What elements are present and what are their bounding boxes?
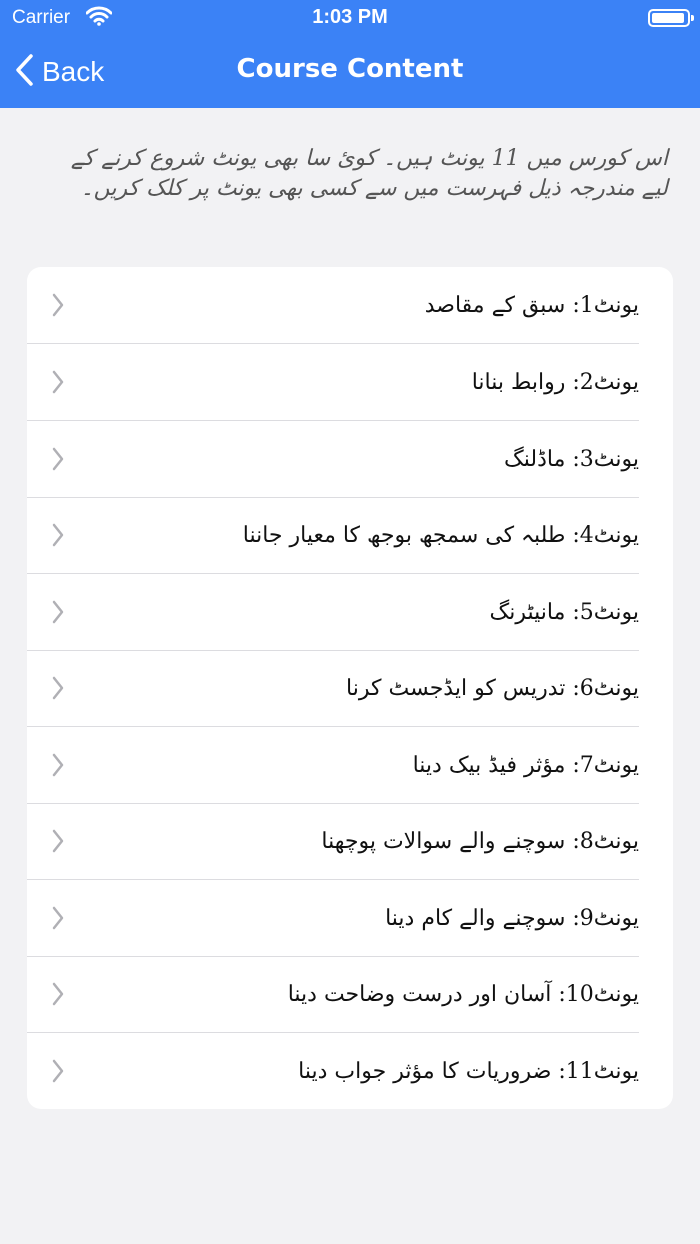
- chevron-right-icon: [51, 828, 65, 858]
- unit-label: یونٹ10: آسان اور درست وضاحت دینا: [287, 982, 639, 1007]
- chevron-right-icon: [51, 905, 65, 935]
- chevron-right-icon: [51, 675, 65, 705]
- clock: 1:03 PM: [312, 6, 388, 28]
- unit-label: یونٹ6: تدریس کو ایڈجسٹ کرنا: [346, 676, 639, 701]
- unit-row-10[interactable]: یونٹ10: آسان اور درست وضاحت دینا: [27, 956, 673, 1033]
- unit-row-8[interactable]: یونٹ8: سوچنے والے سوالات پوچھنا: [27, 803, 673, 880]
- battery-icon: [648, 9, 694, 27]
- unit-row-3[interactable]: یونٹ3: ماڈلنگ: [27, 421, 673, 498]
- unit-label: یونٹ5: مانیٹرنگ: [489, 600, 639, 625]
- unit-row-7[interactable]: یونٹ7: مؤثر فیڈ بیک دینا: [27, 727, 673, 804]
- unit-row-2[interactable]: یونٹ2: روابط بنانا: [27, 344, 673, 421]
- navigation-bar: Back Course Content: [0, 36, 700, 108]
- unit-row-5[interactable]: یونٹ5: مانیٹرنگ: [27, 574, 673, 651]
- unit-label: یونٹ11: ضروریات کا مؤثر جواب دینا: [298, 1059, 639, 1084]
- unit-row-11[interactable]: یونٹ11: ضروریات کا مؤثر جواب دینا: [27, 1033, 673, 1109]
- page-title: Course Content: [236, 54, 464, 84]
- chevron-right-icon: [51, 752, 65, 782]
- unit-label: یونٹ8: سوچنے والے سوالات پوچھنا: [321, 829, 639, 854]
- top-bar: Carrier 1:03 PM Back Course Content: [0, 0, 700, 108]
- status-bar: Carrier 1:03 PM: [0, 0, 700, 36]
- chevron-right-icon: [51, 446, 65, 476]
- chevron-right-icon: [51, 1058, 65, 1088]
- unit-label: یونٹ4: طلبہ کی سمجھ بوجھ کا معیار جاننا: [242, 523, 639, 548]
- unit-label: یونٹ2: روابط بنانا: [471, 370, 639, 395]
- unit-list: یونٹ1: سبق کے مقاصد یونٹ2: روابط بنانا ی…: [27, 267, 673, 1109]
- unit-row-4[interactable]: یونٹ4: طلبہ کی سمجھ بوجھ کا معیار جاننا: [27, 497, 673, 574]
- unit-row-9[interactable]: یونٹ9: سوچنے والے کام دینا: [27, 880, 673, 957]
- unit-label: یونٹ7: مؤثر فیڈ بیک دینا: [412, 753, 639, 778]
- unit-label: یونٹ1: سبق کے مقاصد: [424, 293, 639, 318]
- intro-text: اس کورس میں 11 یونٹ ہیں۔ کوئ سا بھی یونٹ…: [70, 146, 668, 201]
- chevron-right-icon: [51, 369, 65, 399]
- chevron-right-icon: [51, 599, 65, 629]
- chevron-right-icon: [51, 522, 65, 552]
- unit-row-6[interactable]: یونٹ6: تدریس کو ایڈجسٹ کرنا: [27, 650, 673, 727]
- unit-row-1[interactable]: یونٹ1: سبق کے مقاصد: [27, 267, 673, 344]
- unit-label: یونٹ3: ماڈلنگ: [504, 447, 639, 472]
- chevron-right-icon: [51, 981, 65, 1011]
- chevron-right-icon: [51, 292, 65, 322]
- unit-label: یونٹ9: سوچنے والے کام دینا: [385, 906, 639, 931]
